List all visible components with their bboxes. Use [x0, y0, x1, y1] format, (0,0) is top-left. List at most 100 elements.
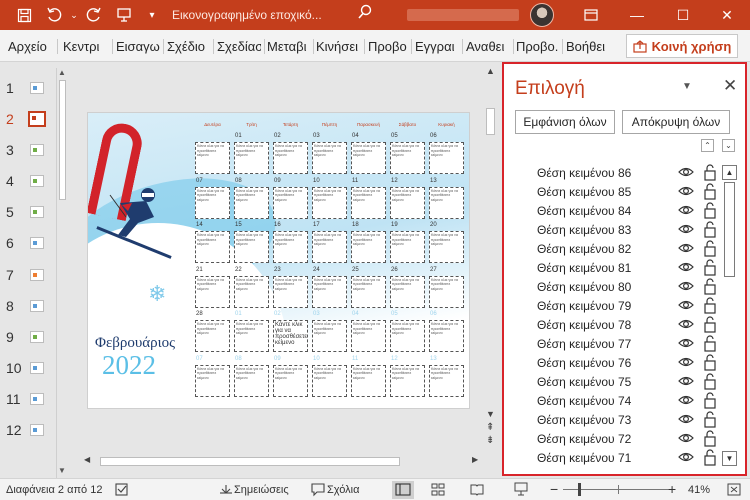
eye-icon[interactable]: [677, 278, 695, 294]
selection-item[interactable]: Θέση κειμένου 80: [504, 277, 729, 296]
day-text-placeholder[interactable]: Κάντε κλικ για να προσθέσετε κείμενο: [312, 364, 347, 397]
day-text-placeholder[interactable]: Κάντε κλικ για να προσθέσετε κείμενο: [195, 320, 230, 352]
day-text-placeholder[interactable]: Κάντε κλικ για να προσθέσετε κείμενο: [312, 186, 347, 219]
eye-icon[interactable]: [677, 202, 695, 218]
calendar-day-cell[interactable]: 10 Κάντε κλικ για να προσθέσετε κείμενο: [311, 177, 348, 221]
calendar-day-cell[interactable]: 13 Κάντε κλικ για να προσθέσετε κείμενο: [428, 177, 465, 221]
calendar-day-cell[interactable]: 26 Κάντε κλικ για να προσθέσετε κείμενο: [389, 266, 426, 310]
pane-options-icon[interactable]: ▼: [682, 81, 692, 92]
lock-icon[interactable]: [703, 259, 717, 276]
day-text-placeholder[interactable]: Κάντε κλικ για να προσθέσετε κείμενο: [234, 231, 269, 263]
scrollbar-thumb[interactable]: [724, 182, 735, 277]
tab-transitions[interactable]: Μεταβι: [267, 39, 311, 54]
slide-preview[interactable]: [30, 331, 44, 343]
slide-preview[interactable]: [30, 144, 44, 156]
tab-design[interactable]: Σχέδιο: [167, 39, 210, 54]
tab-view[interactable]: Προβο.: [516, 39, 560, 54]
day-text-placeholder[interactable]: Κάντε κλικ για να προσθέσετε κείμενο: [429, 320, 464, 352]
slide-preview[interactable]: [28, 111, 46, 127]
scrollbar-thumb[interactable]: [100, 457, 400, 466]
day-text-placeholder[interactable]: Κάντε κλικ για να προσθέσετε κείμενο: [195, 231, 230, 263]
share-button[interactable]: Κοινή χρήση: [626, 34, 738, 58]
calendar-day-cell[interactable]: 09 Κάντε κλικ για να προσθέσετε κείμενο: [272, 355, 309, 399]
selection-item-label[interactable]: Θέση κειμένου 79: [537, 299, 631, 313]
day-text-placeholder[interactable]: Κάντε κλικ για να προσθέσετε κείμενο: [312, 231, 347, 263]
day-text-placeholder[interactable]: Κάντε κλικ για να προσθέσετε κείμενο: [390, 142, 425, 174]
lock-icon[interactable]: [703, 202, 717, 219]
calendar-day-cell[interactable]: 10 Κάντε κλικ για να προσθέσετε κείμενο: [311, 355, 348, 399]
lock-icon[interactable]: [703, 411, 717, 428]
eye-icon[interactable]: [677, 392, 695, 408]
slide-preview[interactable]: [30, 300, 44, 312]
editor-vertical-scrollbar[interactable]: ▲ ▼ ⇞ ⇟: [483, 66, 497, 446]
calendar-day-cell[interactable]: 20 Κάντε κλικ για να προσθέσετε κείμενο: [428, 221, 465, 265]
day-text-placeholder[interactable]: Κάντε κλικ για να προσθέσετε κείμενο: [234, 275, 269, 308]
calendar-day-cell[interactable]: 16 Κάντε κλικ για να προσθέσετε κείμενο: [272, 221, 309, 265]
slide-thumbnail[interactable]: 12: [0, 422, 56, 438]
slide-thumbnail[interactable]: 8: [0, 298, 56, 314]
lock-icon[interactable]: [703, 240, 717, 257]
slide-thumbnail[interactable]: 2: [0, 111, 56, 127]
day-text-placeholder[interactable]: Κάντε κλικ για να προσθέσετε κείμενο: [273, 231, 308, 263]
tab-insert[interactable]: Εισαγω: [116, 39, 161, 54]
customize-toolbar-icon[interactable]: ▾: [142, 5, 162, 25]
day-text-placeholder[interactable]: Κάντε κλικ για να προσθέσετε κείμενο: [390, 275, 425, 308]
calendar-day-cell[interactable]: 03 Κάντε κλικ για να προσθέσετε κείμενο: [311, 310, 348, 354]
day-text-placeholder[interactable]: Κάντε κλικ για να προσθέσετε κείμενο: [351, 142, 386, 174]
slide-thumbnail[interactable]: 6: [0, 235, 56, 251]
day-text-placeholder[interactable]: Κάντε κλικ για να προσθέσετε κείμενο: [351, 364, 386, 397]
eye-icon[interactable]: [677, 240, 695, 256]
slide-thumbnail[interactable]: 9: [0, 329, 56, 345]
selection-item[interactable]: Θέση κειμένου 83: [504, 220, 729, 239]
day-text-placeholder[interactable]: Κάντε κλικ για να προσθέσετε κείμενο: [351, 275, 386, 308]
tab-help[interactable]: Βοήθει: [566, 39, 610, 54]
day-text-placeholder[interactable]: Κάντε κλικ για να προσθέσετε κείμενο: [390, 320, 425, 352]
selection-item[interactable]: Θέση κειμένου 79: [504, 296, 729, 315]
calendar-day-cell[interactable]: 27 Κάντε κλικ για να προσθέσετε κείμενο: [428, 266, 465, 310]
day-text-placeholder[interactable]: Κάντε κλικ για να προσθέσετε κείμενο: [234, 364, 269, 397]
bring-forward-icon[interactable]: ⌃: [701, 139, 714, 152]
slide-preview[interactable]: [30, 362, 44, 374]
eye-icon[interactable]: [677, 164, 695, 180]
selection-item-label[interactable]: Θέση κειμένου 76: [537, 356, 631, 370]
eye-icon[interactable]: [677, 335, 695, 351]
eye-icon[interactable]: [677, 373, 695, 389]
calendar-day-cell[interactable]: 09 Κάντε κλικ για να προσθέσετε κείμενο: [272, 177, 309, 221]
fit-to-window-icon[interactable]: [726, 482, 742, 497]
slide-thumbnail[interactable]: 3: [0, 142, 56, 158]
slide-thumbnail[interactable]: 7: [0, 267, 56, 283]
calendar-day-cell[interactable]: 25 Κάντε κλικ για να προσθέσετε κείμενο: [350, 266, 387, 310]
eye-icon[interactable]: [677, 183, 695, 199]
day-text-placeholder[interactable]: Κάντε κλικ για να προσθέσετε κείμενο: [273, 320, 308, 352]
calendar-day-cell[interactable]: 04 Κάντε κλικ για να προσθέσετε κείμενο: [350, 132, 387, 176]
eye-icon[interactable]: [677, 316, 695, 332]
selection-item-label[interactable]: Θέση κειμένου 83: [537, 223, 631, 237]
calendar-day-cell[interactable]: 22 Κάντε κλικ για να προσθέσετε κείμενο: [233, 266, 270, 310]
slide-sorter-icon[interactable]: [430, 482, 446, 497]
calendar-day-cell[interactable]: 07 Κάντε κλικ για να προσθέσετε κείμενο: [194, 355, 231, 399]
selection-item-label[interactable]: Θέση κειμένου 82: [537, 242, 631, 256]
eye-icon[interactable]: [677, 430, 695, 446]
tab-home[interactable]: Κεντρι: [63, 39, 110, 54]
comments-icon[interactable]: [310, 482, 326, 497]
undo-dropdown-icon[interactable]: ⌄: [64, 5, 84, 25]
selection-item-label[interactable]: Θέση κειμένου 71: [537, 451, 631, 465]
zoom-level[interactable]: 41%: [688, 484, 710, 496]
eye-icon[interactable]: [677, 449, 695, 465]
day-text-placeholder[interactable]: Κάντε κλικ για να προσθέσετε κείμενο: [234, 142, 269, 174]
zoom-slider-thumb[interactable]: [578, 483, 581, 496]
reading-view-icon[interactable]: [469, 482, 485, 497]
calendar-day-cell[interactable]: 23 Κάντε κλικ για να προσθέσετε κείμενο: [272, 266, 309, 310]
day-text-placeholder[interactable]: Κάντε κλικ για να προσθέσετε κείμενο: [273, 275, 308, 308]
lock-icon[interactable]: [703, 392, 717, 409]
calendar-day-cell[interactable]: 12 Κάντε κλικ για να προσθέσετε κείμενο: [389, 355, 426, 399]
slide-preview[interactable]: [30, 393, 44, 405]
tab-draw[interactable]: Σχεδίασ: [217, 39, 261, 54]
calendar-day-cell[interactable]: 15 Κάντε κλικ για να προσθέσετε κείμενο: [233, 221, 270, 265]
calendar-day-cell[interactable]: 01 Κάντε κλικ για να προσθέσετε κείμενο: [233, 132, 270, 176]
calendar-day-cell[interactable]: 06 Κάντε κλικ για να προσθέσετε κείμενο: [428, 132, 465, 176]
slide-canvas[interactable]: ❄ Φεβρουάριος 2022 Δευτέρα Τρίτη Τετάρτη Πέ…: [88, 113, 469, 408]
calendar-day-cell[interactable]: 07 Κάντε κλικ για να προσθέσετε κείμενο: [194, 177, 231, 221]
slide-counter[interactable]: Διαφάνεια 2 από 12: [6, 484, 102, 496]
thumbnails-scrollbar[interactable]: ▲ ▼: [56, 68, 68, 478]
